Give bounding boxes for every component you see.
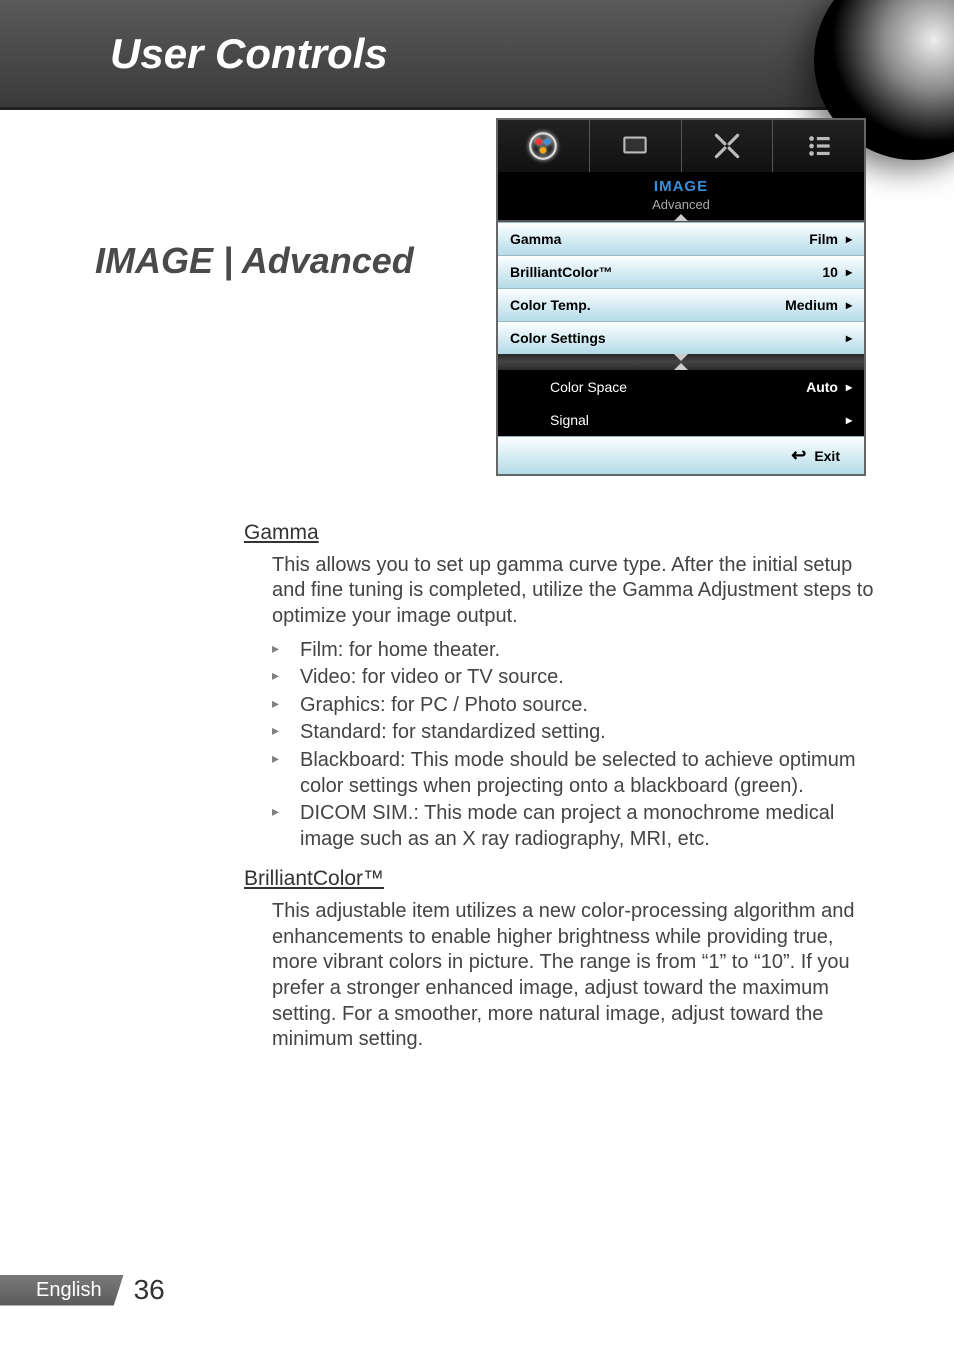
osd-footer-exit[interactable]: ↩ Exit [498, 436, 864, 474]
osd-exit-label: Exit [814, 448, 840, 464]
osd-row-value: Auto [806, 379, 838, 395]
osd-row-label: Gamma [510, 231, 561, 247]
brilliant-body: This adjustable item utilizes a new colo… [272, 899, 874, 1053]
osd-row-value: Medium [785, 297, 838, 313]
osd-row-colorsettings[interactable]: Color Settings ▸ [498, 321, 864, 354]
osd-row-label: BrilliantColor™ [510, 264, 613, 280]
header-band: User Controls [0, 0, 954, 110]
page-number: 36 [134, 1274, 165, 1306]
display-tab-icon[interactable] [589, 120, 681, 172]
osd-subtitle-text: Advanced [652, 197, 710, 212]
chevron-right-icon: ▸ [846, 331, 852, 345]
osd-row-label: Color Settings [510, 330, 606, 346]
chevron-right-icon: ▸ [846, 413, 852, 427]
osd-divider [498, 354, 864, 370]
list-item: DICOM SIM.: This mode can project a mono… [272, 801, 874, 852]
back-arrow-icon: ↩ [791, 445, 806, 466]
footer-language: English [0, 1275, 124, 1306]
osd-subtitle: Advanced [498, 195, 864, 222]
list-item: Standard: for standardized setting. [272, 720, 874, 746]
osd-row-label: Signal [510, 412, 589, 428]
list-item: Graphics: for PC / Photo source. [272, 693, 874, 719]
osd-tab-bar [498, 120, 864, 172]
body-content: Gamma This allows you to set up gamma cu… [244, 520, 874, 1061]
osd-row-colortemp[interactable]: Color Temp. Medium ▸ [498, 288, 864, 321]
chevron-right-icon: ▸ [846, 380, 852, 394]
chevron-right-icon: ▸ [846, 232, 852, 246]
osd-row-label: Color Temp. [510, 297, 591, 313]
gamma-heading: Gamma [244, 520, 874, 547]
chevron-right-icon: ▸ [846, 298, 852, 312]
gamma-list: Film: for home theater. Video: for video… [272, 638, 874, 853]
osd-row-signal[interactable]: Signal ▸ [498, 403, 864, 436]
section-title: User Controls [0, 0, 954, 78]
osd-row-colorspace[interactable]: Color Space Auto ▸ [498, 370, 864, 403]
osd-row-gamma[interactable]: Gamma Film ▸ [498, 222, 864, 255]
brilliant-heading: BrilliantColor™ [244, 866, 874, 893]
setup-tab-icon[interactable] [681, 120, 773, 172]
gamma-intro: This allows you to set up gamma curve ty… [272, 553, 874, 630]
osd-row-value: 10 [822, 264, 838, 280]
list-item: Video: for video or TV source. [272, 665, 874, 691]
osd-row-label: Color Space [510, 379, 627, 395]
osd-title: IMAGE [498, 172, 864, 195]
osd-row-brilliantcolor[interactable]: BrilliantColor™ 10 ▸ [498, 255, 864, 288]
options-tab-icon[interactable] [772, 120, 864, 172]
list-item: Blackboard: This mode should be selected… [272, 748, 874, 799]
osd-menu: IMAGE Advanced Gamma Film ▸ BrilliantColo… [496, 118, 866, 476]
list-item: Film: for home theater. [272, 638, 874, 664]
osd-row-value: Film [809, 231, 838, 247]
chevron-right-icon: ▸ [846, 265, 852, 279]
image-tab-icon[interactable] [498, 120, 589, 172]
page-footer: English 36 [0, 1274, 165, 1306]
